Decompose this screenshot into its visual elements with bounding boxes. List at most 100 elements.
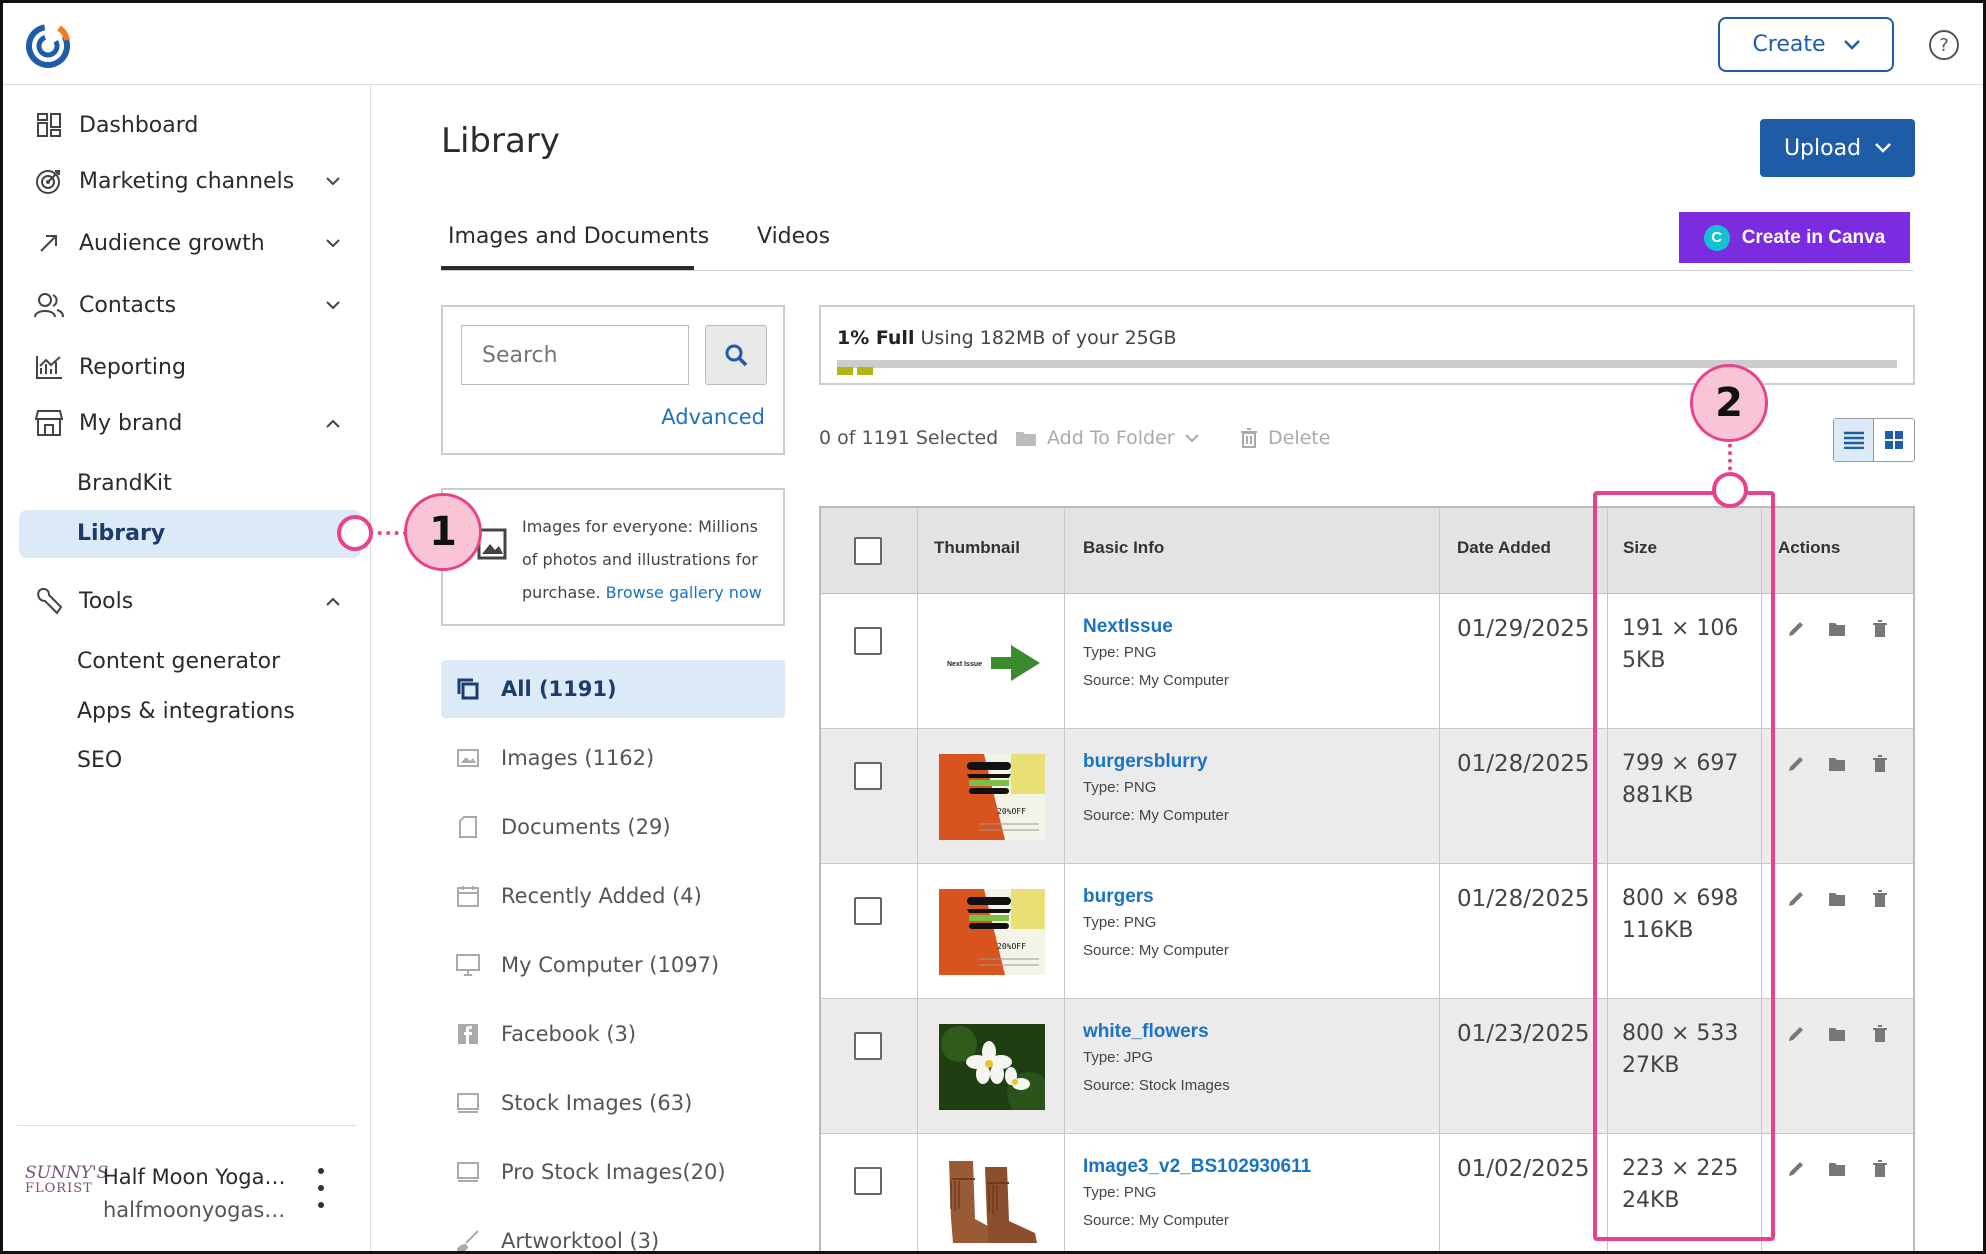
chevron-down-icon[interactable]: [323, 233, 343, 253]
sidebar-item-content-generator[interactable]: Content generator: [77, 649, 280, 674]
help-icon[interactable]: ?: [1929, 30, 1959, 60]
pro-stock-icon: [455, 1159, 481, 1185]
sidebar-item-seo[interactable]: SEO: [77, 748, 122, 773]
row-checkbox[interactable]: [854, 1032, 882, 1060]
active-tab-indicator: [441, 266, 694, 270]
file-name-link[interactable]: Image3_v2_BS102930611: [1083, 1156, 1311, 1178]
edit-pencil-icon[interactable]: [1787, 755, 1805, 773]
callout-1-label: 1: [429, 509, 457, 555]
account-logo-line-1: SUNNY'S: [25, 1163, 109, 1183]
tab-videos[interactable]: Videos: [757, 224, 830, 249]
help-icon-glyph: ?: [1939, 34, 1949, 56]
folder-label: My Computer (1097): [501, 953, 720, 977]
folder-brush[interactable]: Artworktool (3): [455, 1221, 659, 1251]
folder-stock-image[interactable]: Stock Images (63): [455, 1083, 692, 1123]
file-name-link[interactable]: NextIssue: [1083, 616, 1173, 638]
constant-contact-logo[interactable]: [25, 23, 71, 69]
storage-progress-fill: [837, 360, 877, 375]
people-icon: [33, 289, 65, 321]
folder-monitor[interactable]: My Computer (1097): [455, 945, 719, 985]
file-source: Source: Stock Images: [1083, 1077, 1230, 1094]
chevron-down-icon: [1875, 143, 1891, 153]
move-folder-icon[interactable]: [1828, 620, 1846, 638]
folder-label: Facebook (3): [501, 1022, 637, 1046]
folder-all-items[interactable]: All (1191): [455, 669, 617, 709]
delete-trash-icon[interactable]: [1871, 1160, 1889, 1178]
edit-pencil-icon[interactable]: [1787, 1160, 1805, 1178]
thumbnail-image[interactable]: Next Issue: [939, 619, 1045, 705]
file-name-link[interactable]: burgers: [1083, 886, 1154, 908]
edit-pencil-icon[interactable]: [1787, 1025, 1805, 1043]
svg-text:Next Issue: Next Issue: [947, 661, 982, 668]
sidebar-item-contacts[interactable]: Contacts: [33, 285, 176, 325]
row-checkbox[interactable]: [854, 1167, 882, 1195]
sidebar-item-label: Tools: [79, 588, 134, 614]
row-checkbox[interactable]: [854, 897, 882, 925]
search-input[interactable]: [461, 325, 689, 385]
file-type: Type: PNG: [1083, 1184, 1157, 1201]
sidebar-item-brandkit[interactable]: BrandKit: [77, 471, 172, 496]
column-header-date-added[interactable]: Date Added: [1457, 538, 1551, 558]
sidebar-item-tools[interactable]: Tools: [33, 581, 133, 621]
more-options-icon[interactable]: [315, 1168, 327, 1208]
file-source: Source: My Computer: [1083, 1212, 1229, 1229]
upload-button[interactable]: Upload: [1760, 119, 1915, 177]
tab-images-and-documents[interactable]: Images and Documents: [448, 224, 709, 249]
sidebar-item-dashboard[interactable]: Dashboard: [33, 105, 198, 145]
callout-1: 1: [404, 493, 482, 571]
search-button[interactable]: [705, 325, 767, 385]
advanced-search-link[interactable]: Advanced: [661, 405, 765, 429]
row-checkbox[interactable]: [854, 762, 882, 790]
row-checkbox[interactable]: [854, 627, 882, 655]
folder-facebook[interactable]: Facebook (3): [455, 1014, 636, 1054]
file-name-link[interactable]: white_flowers: [1083, 1021, 1209, 1043]
sidebar-item-my-brand[interactable]: My brand: [33, 403, 182, 443]
add-to-folder-button[interactable]: Add To Folder: [1015, 427, 1199, 449]
delete-trash-icon[interactable]: [1871, 890, 1889, 908]
move-folder-icon[interactable]: [1828, 1160, 1846, 1178]
delete-trash-icon[interactable]: [1871, 755, 1889, 773]
target-icon: [33, 165, 65, 197]
move-folder-icon[interactable]: [1828, 890, 1846, 908]
move-folder-icon[interactable]: [1828, 1025, 1846, 1043]
add-to-folder-label: Add To Folder: [1047, 427, 1175, 449]
column-divider: [1439, 508, 1440, 1251]
folder-image[interactable]: Images (1162): [455, 738, 654, 778]
chevron-down-icon[interactable]: [323, 295, 343, 315]
thumbnail-image[interactable]: [939, 1024, 1045, 1110]
chevron-down-icon: [1184, 433, 1199, 442]
canva-icon: C: [1703, 224, 1730, 251]
chevron-up-icon[interactable]: [323, 591, 343, 611]
create-button[interactable]: Create: [1718, 17, 1894, 72]
folder-calendar[interactable]: Recently Added (4): [455, 876, 702, 916]
sidebar-item-marketing-channels[interactable]: Marketing channels: [33, 161, 294, 201]
sidebar-item-library[interactable]: Library: [77, 521, 165, 546]
file-name-link[interactable]: burgersblurry: [1083, 751, 1208, 773]
folder-pro-stock[interactable]: Pro Stock Images(20): [455, 1152, 726, 1192]
browse-gallery-link[interactable]: Browse gallery now: [606, 583, 762, 602]
grid-view-button[interactable]: [1874, 419, 1914, 461]
create-in-canva-button[interactable]: C Create in Canva: [1679, 212, 1910, 263]
column-header-basic-info[interactable]: Basic Info: [1083, 538, 1164, 558]
edit-pencil-icon[interactable]: [1787, 890, 1805, 908]
sidebar-item-audience-growth[interactable]: Audience growth: [33, 223, 265, 263]
select-all-checkbox[interactable]: [854, 537, 882, 565]
list-view-button[interactable]: [1834, 419, 1875, 461]
sidebar-item-reporting[interactable]: Reporting: [33, 347, 186, 387]
thumbnail-image[interactable]: 20%OFF: [939, 754, 1045, 840]
chevron-down-icon[interactable]: [323, 171, 343, 191]
sidebar-item-apps-integrations[interactable]: Apps & integrations: [77, 699, 295, 724]
folder-icon: [1016, 432, 1036, 446]
account-name[interactable]: Half Moon Yoga…: [103, 1165, 285, 1189]
folder-document[interactable]: Documents (29): [455, 807, 671, 847]
sidebar-item-library-highlight: [19, 510, 361, 558]
move-folder-icon[interactable]: [1828, 755, 1846, 773]
delete-trash-icon[interactable]: [1871, 1025, 1889, 1043]
edit-pencil-icon[interactable]: [1787, 620, 1805, 638]
thumbnail-image[interactable]: 20%OFF: [939, 889, 1045, 975]
column-header-thumbnail[interactable]: Thumbnail: [934, 538, 1020, 558]
thumbnail-image[interactable]: [939, 1159, 1045, 1245]
delete-button[interactable]: Delete: [1240, 427, 1330, 449]
chevron-up-icon[interactable]: [323, 413, 343, 433]
delete-trash-icon[interactable]: [1871, 620, 1889, 638]
